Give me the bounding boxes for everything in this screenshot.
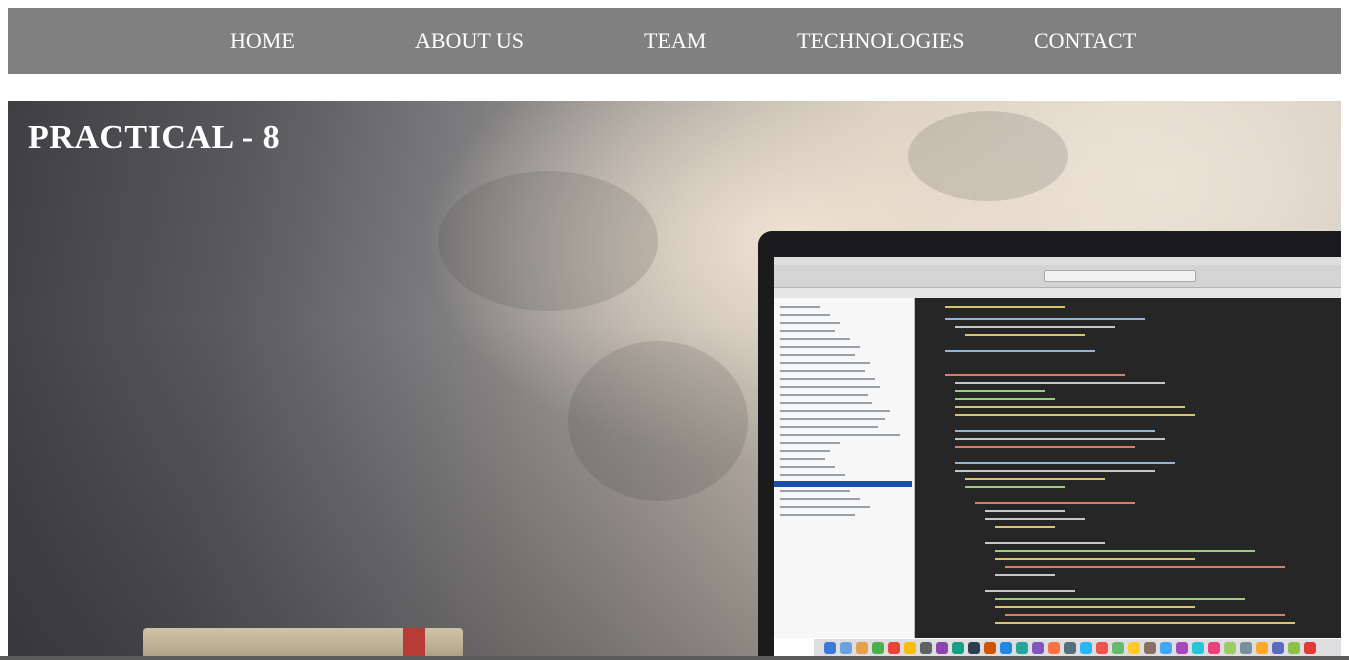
top-navbar: HOME ABOUT US TEAM TECHNOLOGIES CONTACT bbox=[8, 8, 1341, 74]
code-editor-area bbox=[915, 298, 1341, 638]
macos-dock bbox=[814, 639, 1341, 657]
hero-title: PRACTICAL - 8 bbox=[28, 119, 281, 156]
hero-banner: PRACTICAL - 8 bbox=[8, 101, 1341, 660]
laptop-image bbox=[758, 231, 1341, 660]
nav-home-link[interactable]: HOME bbox=[230, 8, 295, 74]
page-bottom-edge bbox=[0, 656, 1349, 660]
nav-about-us-link[interactable]: ABOUT US bbox=[415, 8, 524, 74]
nav-technologies-link[interactable]: TECHNOLOGIES bbox=[797, 8, 964, 74]
nav-team-link[interactable]: TEAM bbox=[644, 8, 706, 74]
nav-contact-link[interactable]: CONTACT bbox=[1034, 8, 1136, 74]
